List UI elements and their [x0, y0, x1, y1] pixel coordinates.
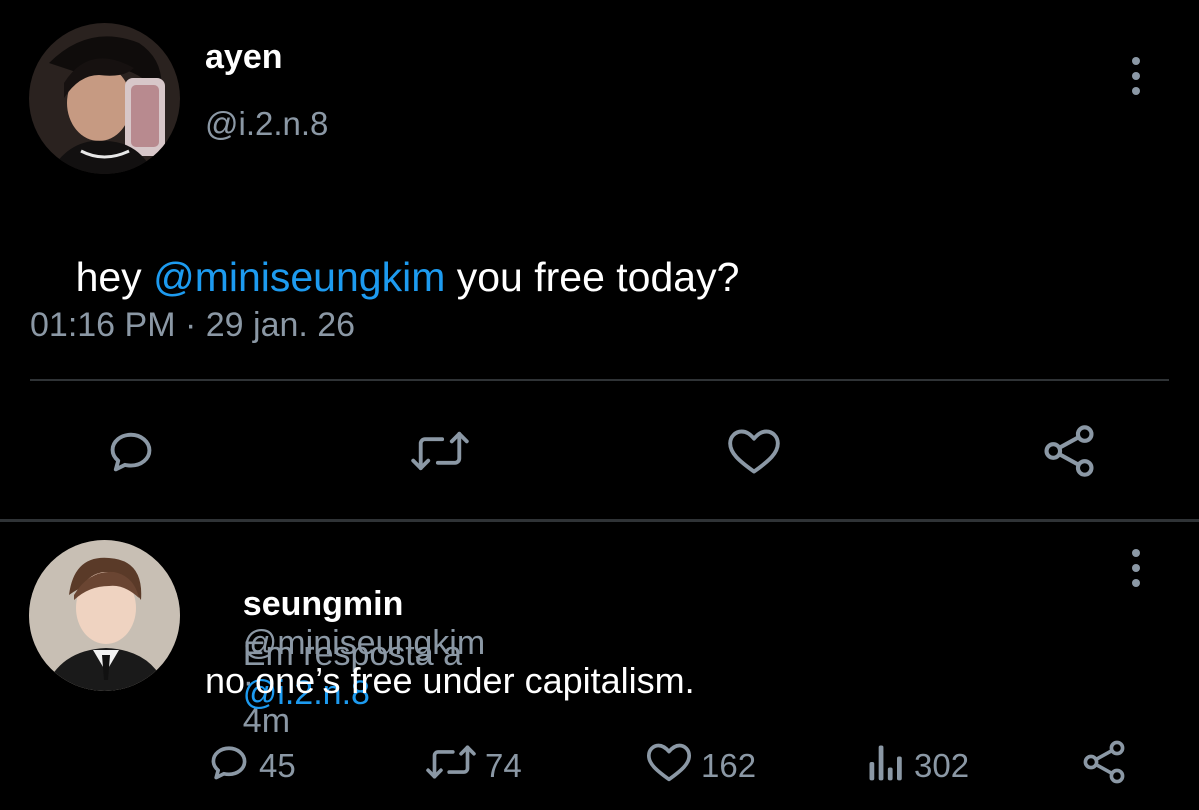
views-count: 302: [914, 747, 970, 784]
like-icon: [645, 740, 693, 792]
reply-icon: [207, 740, 251, 792]
reply-count-button[interactable]: 45: [207, 740, 296, 792]
main-tweet-text-before: hey: [75, 254, 154, 300]
section-divider: [0, 519, 1199, 522]
reply-icon[interactable]: [105, 425, 157, 482]
retweet-icon: [425, 740, 477, 792]
main-display-name[interactable]: ayen: [205, 38, 283, 77]
retweet-count: 74: [485, 747, 522, 784]
avatar-ayen[interactable]: [29, 23, 180, 174]
avatar-seungmin[interactable]: [29, 540, 180, 691]
main-more-options-icon[interactable]: [1130, 57, 1142, 95]
reply-share-icon[interactable]: [1080, 738, 1128, 791]
like-count-button[interactable]: 162: [645, 740, 756, 792]
reply-more-options-icon[interactable]: [1130, 549, 1142, 587]
main-timestamp[interactable]: 01:16 PM · 29 jan. 26: [30, 306, 355, 345]
retweet-count-button[interactable]: 74: [425, 740, 522, 792]
main-tweet-text-after: you free today?: [445, 254, 740, 300]
retweet-icon[interactable]: [410, 425, 470, 482]
like-icon[interactable]: [725, 425, 783, 482]
like-count: 162: [701, 747, 757, 784]
mention-link[interactable]: @miniseungkim: [153, 254, 445, 300]
timestamp-divider: [30, 379, 1169, 381]
main-handle[interactable]: @i.2.n.8: [205, 105, 328, 143]
reply-count: 45: [259, 747, 296, 784]
views-count-button[interactable]: 302: [866, 740, 969, 792]
reply-text: no one’s free under capitalism.: [205, 660, 695, 701]
share-icon[interactable]: [1040, 422, 1098, 485]
views-icon: [866, 740, 906, 792]
